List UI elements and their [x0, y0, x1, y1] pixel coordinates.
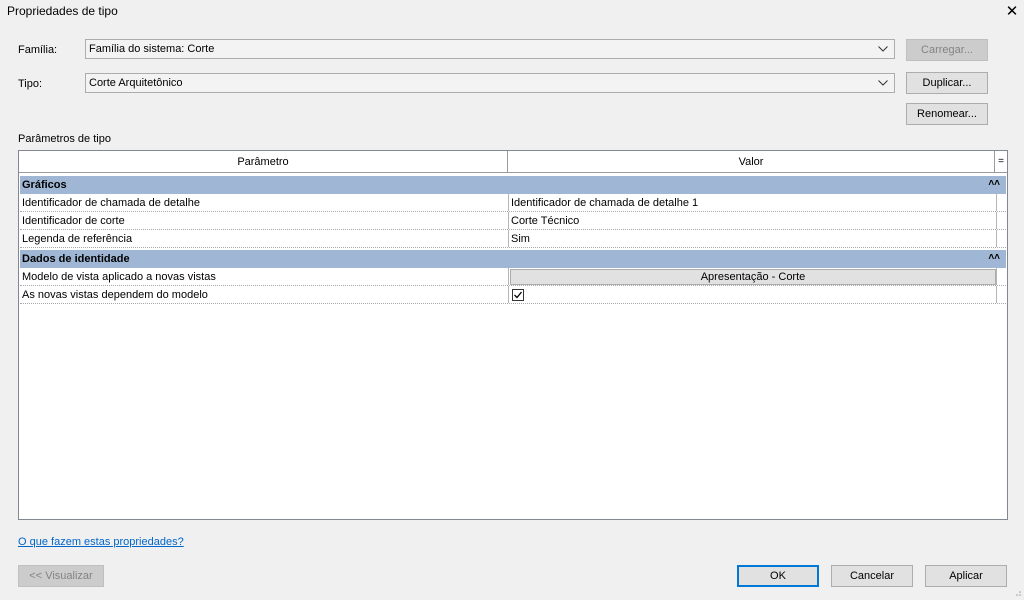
view-template-button[interactable]: Apresentação - Corte [510, 268, 996, 285]
close-icon[interactable]: ✕ [1000, 0, 1024, 22]
family-select[interactable]: Família do sistema: Corte [85, 39, 895, 59]
type-parameters-label: Parâmetros de tipo [18, 133, 111, 145]
table-row[interactable]: As novas vistas dependem do modelo [20, 286, 1006, 304]
param-name: As novas vistas dependem do modelo [22, 288, 208, 301]
table-row[interactable]: Identificador de corte Corte Técnico [20, 212, 1006, 230]
view-template-cell: Apresentação - Corte [510, 268, 996, 285]
collapse-icon[interactable]: ˄˄ [988, 252, 1000, 263]
column-menu-icon[interactable]: = [995, 151, 1007, 173]
type-value: Corte Arquitetônico [89, 77, 183, 89]
type-parameters-grid: Parâmetro Valor = Gráficos ˄˄ Identifica… [18, 150, 1008, 520]
type-select[interactable]: Corte Arquitetônico [85, 73, 895, 93]
ok-button[interactable]: OK [737, 565, 819, 587]
param-value[interactable]: Corte Técnico [511, 212, 996, 229]
family-value: Família do sistema: Corte [89, 43, 215, 55]
window-title: Propriedades de tipo [7, 4, 118, 18]
table-row[interactable]: Identificador de chamada de detalhe Iden… [20, 194, 1006, 212]
param-value[interactable]: Identificador de chamada de detalhe 1 [511, 194, 996, 211]
dependent-views-checkbox[interactable] [512, 288, 524, 301]
preview-button[interactable]: << Visualizar [18, 565, 104, 587]
resize-grip-icon[interactable] [1012, 587, 1022, 597]
param-name: Legenda de referência [22, 232, 133, 245]
param-name: Modelo de vista aplicado a novas vistas [22, 270, 216, 283]
table-row[interactable]: Legenda de referência Sim [20, 230, 1006, 248]
param-value [512, 286, 542, 303]
chevron-down-icon [878, 76, 888, 90]
type-label: Tipo: [18, 78, 43, 90]
checkmark-icon [514, 291, 523, 298]
group-header-identity-data[interactable]: Dados de identidade ˄˄ [20, 250, 1006, 268]
apply-button[interactable]: Aplicar [925, 565, 1007, 587]
load-button[interactable]: Carregar... [906, 39, 988, 61]
group-name: Gráficos [22, 179, 67, 191]
group-header-graphics[interactable]: Gráficos ˄˄ [20, 176, 1006, 194]
collapse-icon[interactable]: ˄˄ [988, 178, 1000, 189]
family-label: Família: [18, 44, 58, 56]
group-name: Dados de identidade [22, 253, 130, 265]
param-name: Identificador de corte [22, 214, 125, 227]
column-header-value[interactable]: Valor [508, 151, 995, 173]
table-row[interactable]: Modelo de vista aplicado a novas vistas … [20, 268, 1006, 286]
param-value[interactable]: Sim [511, 230, 996, 247]
rename-button[interactable]: Renomear... [906, 103, 988, 125]
duplicate-button[interactable]: Duplicar... [906, 72, 988, 94]
param-name: Identificador de chamada de detalhe [22, 196, 200, 209]
cancel-button[interactable]: Cancelar [831, 565, 913, 587]
chevron-down-icon [878, 42, 888, 56]
column-header-parameter[interactable]: Parâmetro [19, 151, 508, 173]
help-link[interactable]: O que fazem estas propriedades? [18, 536, 184, 548]
